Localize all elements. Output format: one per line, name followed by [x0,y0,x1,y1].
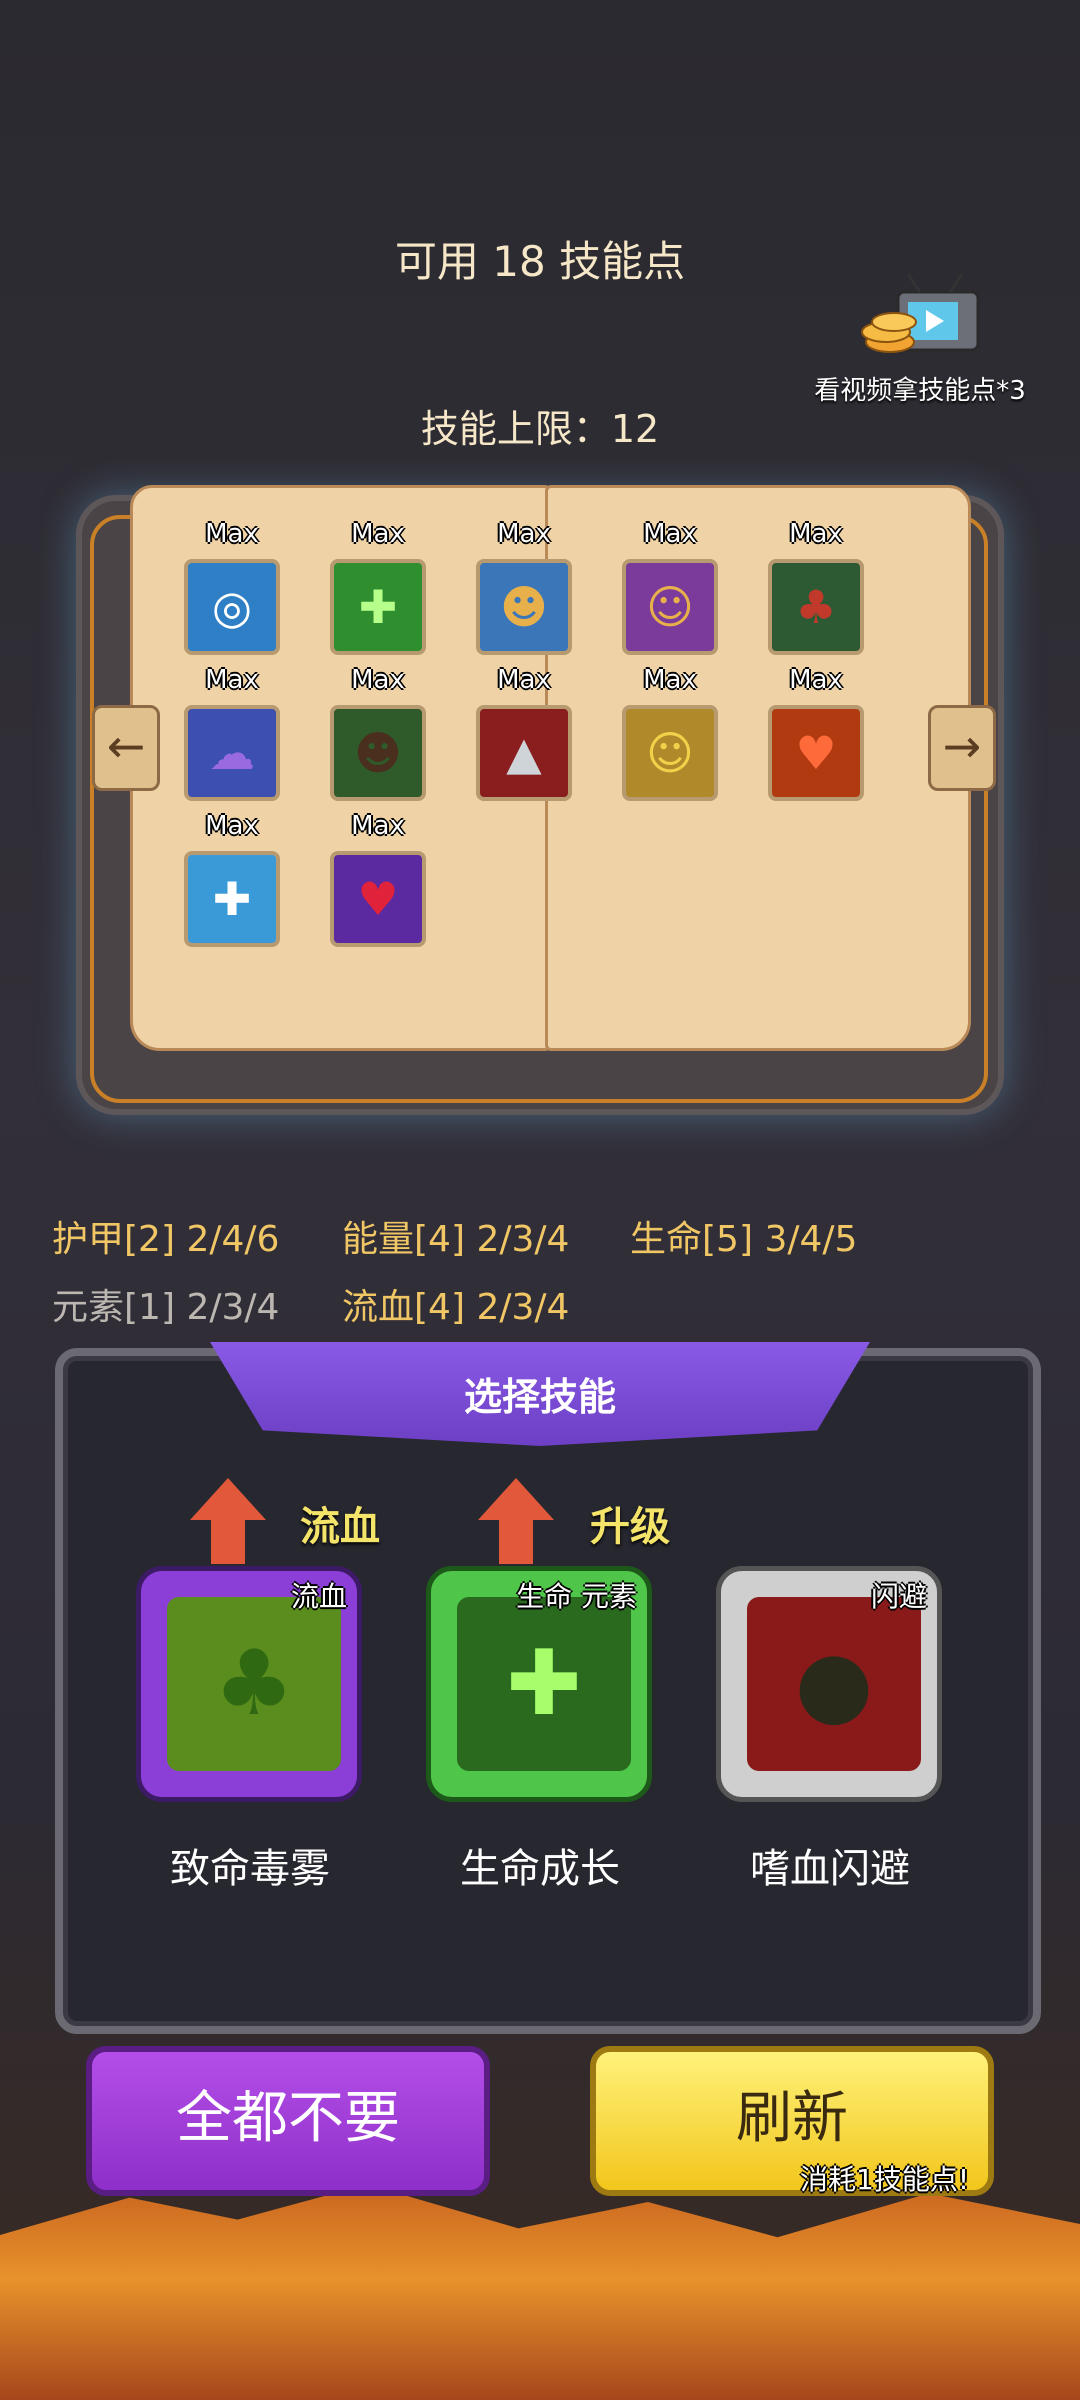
card-tag: 流血 [290,1580,347,1613]
skill-slot[interactable]: Max ✚ [180,811,284,951]
card-name: 生命成长 [460,1846,620,1892]
skill-slot[interactable]: Max ♥ [326,811,430,951]
stat-armor: 护甲[2] 2/4/6 [52,1219,280,1260]
choose-skill-title: 选择技能 [463,1375,616,1419]
card-badge: 升级 [590,1504,670,1550]
skill-book: ← → Max ◎ Max ✚ Max ☻ Max ☺ Max ♣ Max ☁ … [70,455,1010,1125]
max-label: Max [351,811,405,841]
max-label: Max [205,665,259,695]
lava-landscape [0,2184,1080,2400]
stat-bleed: 流血[4] 2/3/4 [342,1287,570,1328]
skill-slot[interactable]: Max ◎ [180,519,284,659]
skill-slot[interactable]: Max ▲ [472,665,576,805]
card-name: 嗜血闪避 [750,1846,910,1892]
max-label: Max [789,519,843,549]
tv-coins-icon [861,273,980,353]
refresh-cost-label: 消耗1技能点! [800,2163,970,2196]
watch-video-reward-button[interactable]: 看视频拿技能点*3 [790,262,1050,412]
skill-slot[interactable]: Max ☻ [472,519,576,659]
card-tag: 生命 元素 [516,1580,637,1613]
next-page-arrow[interactable]: → [928,705,996,791]
max-label: Max [643,519,697,549]
skill-limit-label: 技能上限：12 [420,407,660,451]
skill-slot[interactable]: Max ☁ [180,665,284,805]
skill-slot[interactable]: Max ☻ [326,665,430,805]
max-label: Max [205,519,259,549]
skill-slot[interactable]: Max ✚ [326,519,430,659]
skill-slot[interactable]: Max ☺ [618,665,722,805]
stat-element: 元素[1] 2/3/4 [52,1287,280,1328]
prev-page-arrow[interactable]: ← [92,705,160,791]
stat-life: 生命[5] 3/4/5 [630,1219,858,1260]
card-badge: 流血 [300,1504,380,1550]
max-label: Max [497,519,551,549]
blood-dodge-icon: ● [794,1631,874,1736]
max-label: Max [497,665,551,695]
book-right-page [545,485,971,1051]
poison-fog-tree-icon: ♣ [213,1631,295,1736]
up-arrow-icon [478,1478,554,1564]
skip-all-button[interactable]: 全都不要 [86,2046,490,2196]
max-label: Max [351,665,405,695]
card-tag: 闪避 [870,1580,927,1613]
life-growth-figure-icon: ✚ [506,1631,582,1736]
skill-slot[interactable]: Max ♣ [764,519,868,659]
max-label: Max [351,519,405,549]
max-label: Max [205,811,259,841]
skill-card-poison-fog[interactable]: ♣ 流血 [136,1566,362,1802]
choose-skill-banner: 选择技能 [210,1342,870,1446]
max-label: Max [643,665,697,695]
skill-slot[interactable]: Max ♥ [764,665,868,805]
skill-card-blood-dodge[interactable]: ● 闪避 [716,1566,942,1802]
up-arrow-icon [190,1478,266,1564]
max-label: Max [789,665,843,695]
skill-card-life-growth[interactable]: ✚ 生命 元素 [426,1566,652,1802]
skill-slot[interactable]: Max ☺ [618,519,722,659]
card-name: 致命毒雾 [170,1846,330,1892]
stat-energy: 能量[4] 2/3/4 [342,1219,570,1260]
